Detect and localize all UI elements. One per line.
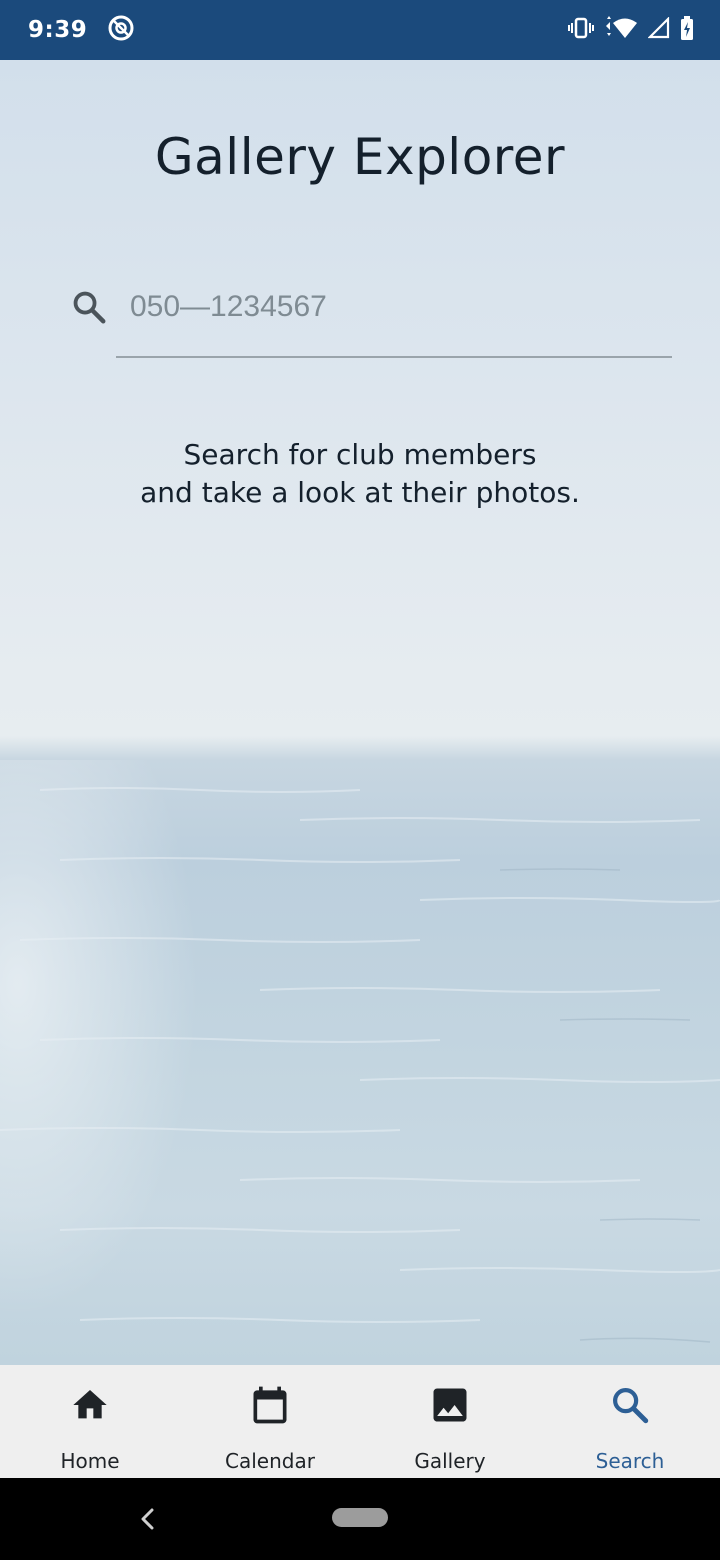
- status-left: 9:39: [28, 14, 135, 46]
- search-icon: [608, 1383, 652, 1427]
- nav-label-calendar: Calendar: [225, 1449, 315, 1473]
- info-line-2: and take a look at their photos.: [140, 476, 580, 509]
- nav-label-search: Search: [595, 1449, 665, 1473]
- screen: 9:39 Gallery Explorer 050—1234567 Search…: [0, 0, 720, 1560]
- back-icon[interactable]: [134, 1504, 160, 1534]
- status-time: 9:39: [28, 17, 88, 43]
- wifi-icon: [604, 16, 638, 44]
- page-title: Gallery Explorer: [154, 128, 566, 186]
- sea-background: [0, 60, 720, 1365]
- search-icon: [70, 288, 108, 326]
- signal-icon: [647, 16, 670, 43]
- info-text: Search for club members and take a look …: [0, 436, 720, 512]
- home-icon: [68, 1383, 112, 1427]
- system-nav-bar: [0, 1478, 720, 1560]
- nav-item-home[interactable]: Home: [0, 1365, 180, 1478]
- bottom-nav: Home Calendar Gallery Search: [0, 1365, 720, 1478]
- sea-ripples: [0, 787, 720, 1343]
- nav-item-search[interactable]: Search: [540, 1365, 720, 1478]
- battery-icon: [680, 16, 694, 44]
- vibrate-icon: [568, 17, 594, 43]
- home-pill-button[interactable]: [332, 1508, 388, 1527]
- calendar-icon: [248, 1383, 292, 1427]
- search-row: [70, 284, 672, 360]
- data-saver-icon: [107, 14, 135, 46]
- nav-label-home: Home: [60, 1449, 120, 1473]
- nav-item-calendar[interactable]: Calendar: [180, 1365, 360, 1478]
- status-right: [568, 16, 694, 44]
- nav-label-gallery: Gallery: [414, 1449, 486, 1473]
- search-input[interactable]: [116, 284, 672, 358]
- image-icon: [428, 1383, 472, 1427]
- status-bar: 9:39: [0, 0, 720, 60]
- info-line-1: Search for club members: [183, 438, 537, 471]
- nav-item-gallery[interactable]: Gallery: [360, 1365, 540, 1478]
